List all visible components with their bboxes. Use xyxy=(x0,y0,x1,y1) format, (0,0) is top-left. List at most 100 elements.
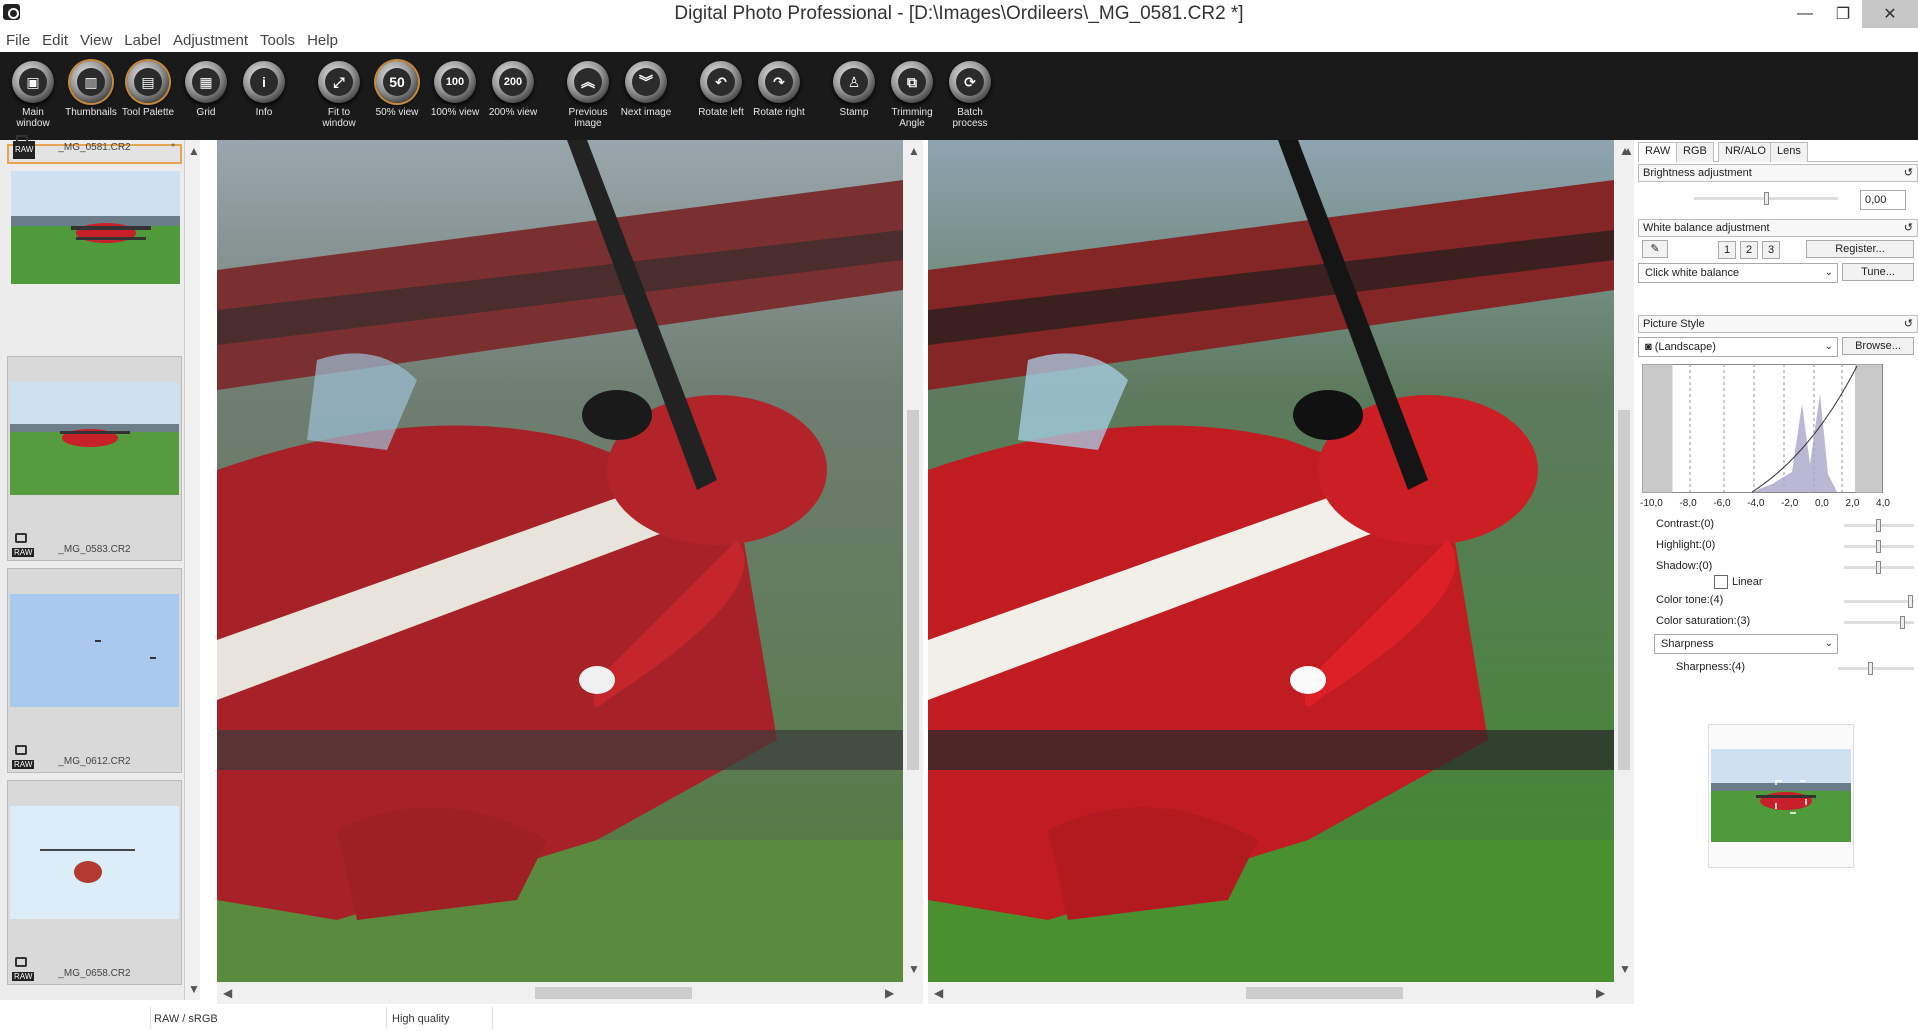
after-horizontal-scrollbar[interactable]: ◀ ▶ xyxy=(928,982,1634,1004)
menu-adjustment[interactable]: Adjustment xyxy=(173,32,248,49)
tab-nr-alo[interactable]: NR/ALO xyxy=(1718,142,1773,162)
palette-scroll-up-arrow[interactable]: ▲ xyxy=(1622,144,1634,158)
menu-help[interactable]: Help xyxy=(307,32,338,49)
window-title: Digital Photo Professional - [D:\Images\… xyxy=(674,3,1244,24)
scroll-right-arrow[interactable]: ▶ xyxy=(1596,986,1605,1000)
white-balance-header: White balance adjustment ↺ xyxy=(1638,219,1918,237)
modified-mark: * xyxy=(171,142,175,153)
tool-palette-button[interactable]: ▤ Tool Palette xyxy=(120,61,176,118)
slider-knob[interactable] xyxy=(1876,561,1881,574)
fit-to-window-button[interactable]: ⤢ Fit to window xyxy=(311,61,367,129)
scroll-thumb[interactable] xyxy=(1618,410,1630,770)
shadow-label: Shadow:(0) xyxy=(1656,560,1713,572)
zoom-100-button[interactable]: 100 100% view xyxy=(427,61,483,118)
slider-knob[interactable] xyxy=(1876,519,1881,532)
slider-knob[interactable] xyxy=(1868,662,1873,675)
linear-checkbox[interactable] xyxy=(1714,575,1728,589)
slider-knob[interactable] xyxy=(1876,540,1881,553)
rotate-left-icon: ↶ xyxy=(707,68,735,96)
minimize-button[interactable]: — xyxy=(1786,0,1824,28)
scroll-down-arrow[interactable]: ▼ xyxy=(188,982,200,996)
color-tone-label: Color tone:(4) xyxy=(1656,594,1724,606)
thumbnail-item[interactable]: RAW _MG_0581.CR2 * xyxy=(7,135,182,284)
brightness-reset-icon[interactable]: ↺ xyxy=(1904,166,1913,179)
scroll-left-arrow[interactable]: ◀ xyxy=(223,986,232,1000)
toolbar: ▣ Main window ▥ Thumbnails ▤ Tool Palette ▦… xyxy=(0,52,1918,140)
slider-knob[interactable] xyxy=(1908,595,1913,608)
brightness-slider[interactable] xyxy=(1694,192,1838,205)
sharpness-slider[interactable] xyxy=(1838,662,1914,675)
contrast-slider[interactable] xyxy=(1844,519,1914,532)
rotate-right-button[interactable]: ↷ Rotate right xyxy=(751,61,807,118)
linear-label: Linear xyxy=(1732,576,1763,588)
shadow-slider[interactable] xyxy=(1844,561,1914,574)
menu-view[interactable]: View xyxy=(80,32,112,49)
thumbnail-item[interactable]: RAW _MG_0612.CR2 xyxy=(7,568,182,773)
color-saturation-slider[interactable] xyxy=(1844,616,1914,629)
scroll-up-arrow[interactable]: ▲ xyxy=(908,144,920,158)
stamp-button[interactable]: ♙ Stamp xyxy=(826,61,882,118)
menu-file[interactable]: File xyxy=(6,32,30,49)
after-vertical-scrollbar[interactable]: ▲ ▼ xyxy=(1614,140,1634,982)
before-horizontal-scrollbar[interactable]: ◀ ▶ xyxy=(217,982,923,1004)
register-button[interactable]: Register... xyxy=(1806,240,1914,258)
restore-button[interactable]: ❐ xyxy=(1824,0,1862,28)
batch-process-button[interactable]: ⟳ Batch process xyxy=(942,61,998,129)
tune-button[interactable]: Tune... xyxy=(1842,263,1914,281)
scroll-down-arrow[interactable]: ▼ xyxy=(1619,962,1631,976)
brightness-value-field[interactable]: 0,00 xyxy=(1860,190,1906,210)
white-balance-select[interactable]: Click white balance ⌄ xyxy=(1638,263,1838,283)
scroll-down-arrow[interactable]: ▼ xyxy=(908,962,920,976)
white-balance-reset-icon[interactable]: ↺ xyxy=(1904,221,1913,234)
highlight-label: Highlight:(0) xyxy=(1656,539,1716,551)
tab-lens[interactable]: Lens xyxy=(1770,142,1808,162)
zoom-200-button[interactable]: 200 200% view xyxy=(485,61,541,118)
scroll-thumb[interactable] xyxy=(1246,987,1403,999)
batch-icon: ⟳ xyxy=(956,68,984,96)
scroll-right-arrow[interactable]: ▶ xyxy=(885,986,894,1000)
zoom-50-button[interactable]: 50 50% view xyxy=(369,61,425,118)
thumbnail-item[interactable]: RAW _MG_0658.CR2 xyxy=(7,780,182,985)
wb-slot-1[interactable]: 1 xyxy=(1718,241,1736,259)
menu-label[interactable]: Label xyxy=(124,32,161,49)
trimming-angle-button[interactable]: ⧉ Trimming Angle xyxy=(884,61,940,129)
slider-knob[interactable] xyxy=(1764,192,1769,205)
slider-knob[interactable] xyxy=(1900,616,1905,629)
highlight-slider[interactable] xyxy=(1844,540,1914,553)
thumbnails-button[interactable]: ▥ Thumbnails xyxy=(63,61,119,118)
grid-icon: ▦ xyxy=(192,68,220,96)
scroll-thumb[interactable] xyxy=(535,987,692,999)
sharpness-mode-select[interactable]: Sharpness ⌄ xyxy=(1654,634,1838,654)
wb-slot-2[interactable]: 2 xyxy=(1740,241,1758,259)
previous-image-button[interactable]: ︽ Previous image xyxy=(560,61,616,129)
wb-slot-3[interactable]: 3 xyxy=(1762,241,1780,259)
tab-rgb[interactable]: RGB xyxy=(1676,142,1714,162)
color-tone-slider[interactable] xyxy=(1844,595,1914,608)
rotate-left-button[interactable]: ↶ Rotate left xyxy=(693,61,749,118)
trimming-icon: ⧉ xyxy=(898,68,926,96)
thumbnail-scrollbar[interactable]: ▲ ▼ xyxy=(184,140,200,1000)
zoom-100-icon: 100 xyxy=(441,68,469,96)
scroll-up-arrow[interactable]: ▲ xyxy=(188,144,200,158)
info-button[interactable]: i Info xyxy=(236,61,292,118)
browse-button[interactable]: Browse... xyxy=(1842,337,1914,355)
eyedropper-button[interactable]: ✎ xyxy=(1642,240,1668,258)
camera-icon: ◙ xyxy=(1645,341,1655,353)
thumbnail-item[interactable]: RAW _MG_0583.CR2 xyxy=(7,356,182,561)
next-image-button[interactable]: ︾ Next image xyxy=(618,61,674,118)
picture-style-reset-icon[interactable]: ↺ xyxy=(1904,317,1913,330)
tab-raw[interactable]: RAW xyxy=(1638,142,1678,162)
picture-style-select[interactable]: ◙ (Landscape) ⌄ xyxy=(1638,337,1838,357)
grid-button[interactable]: ▦ Grid xyxy=(178,61,234,118)
image-view-after[interactable] xyxy=(928,140,1614,982)
scroll-thumb[interactable] xyxy=(907,410,919,770)
tone-curve-histogram[interactable] xyxy=(1642,364,1914,494)
before-vertical-scrollbar[interactable]: ▲ ▼ xyxy=(903,140,923,982)
menu-edit[interactable]: Edit xyxy=(42,32,68,49)
navigator[interactable] xyxy=(1708,724,1854,868)
main-window-button[interactable]: ▣ Main window xyxy=(5,61,61,129)
menu-tools[interactable]: Tools xyxy=(260,32,295,49)
image-view-before[interactable] xyxy=(217,140,903,982)
close-button[interactable]: ✕ xyxy=(1862,0,1918,28)
scroll-left-arrow[interactable]: ◀ xyxy=(934,986,943,1000)
